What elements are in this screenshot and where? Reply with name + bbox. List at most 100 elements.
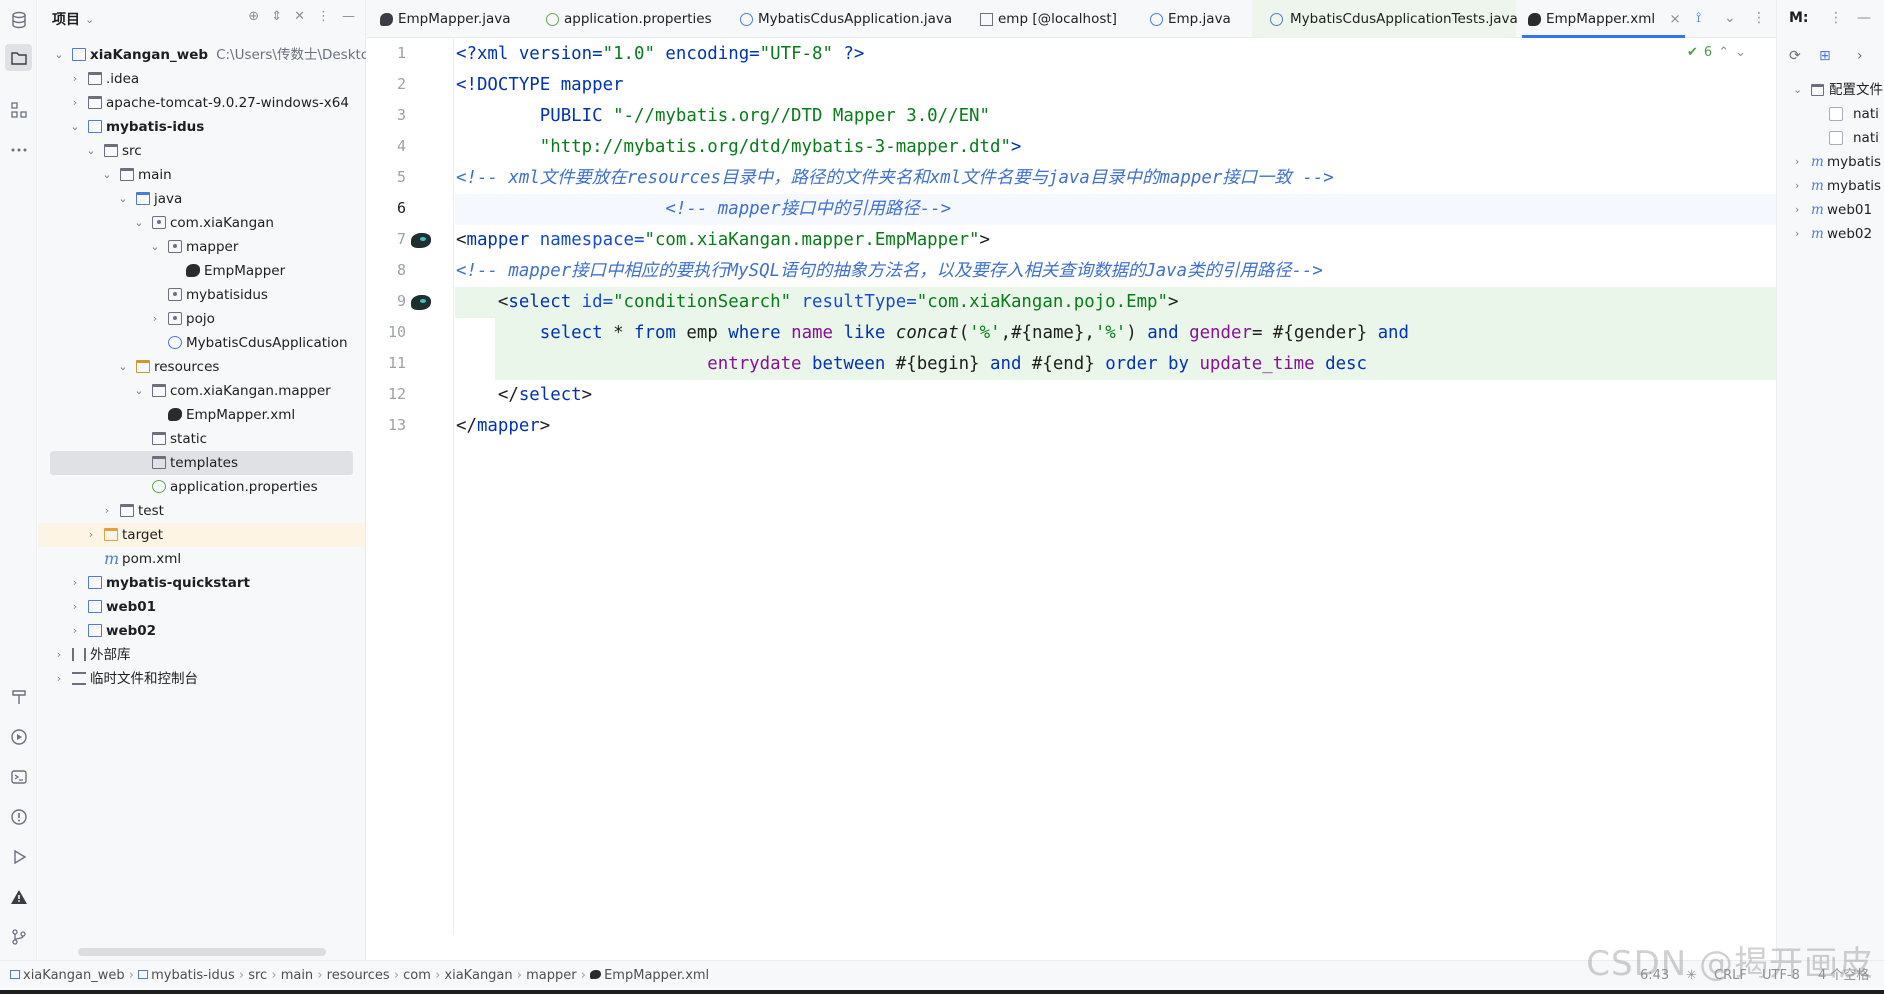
collapse-all-icon[interactable]: ✕ bbox=[294, 9, 305, 24]
tree-item-mybatis-quickstart[interactable]: › mybatis-quickstart bbox=[38, 571, 365, 595]
chevron-down-icon[interactable]: ⌄ bbox=[100, 163, 114, 187]
chevron-down-icon[interactable]: ⌄ bbox=[148, 235, 162, 259]
chevron-down-icon[interactable]: ⌄ bbox=[1793, 78, 1802, 102]
tree-item-src[interactable]: ⌄ src bbox=[38, 139, 365, 163]
locate-icon[interactable]: ⊕ bbox=[248, 9, 259, 24]
tree-item-mybatisidus[interactable]: mybatisidus bbox=[38, 283, 365, 307]
tree-item-main[interactable]: ⌄ main bbox=[38, 163, 365, 187]
checkbox[interactable] bbox=[1829, 131, 1843, 145]
database-icon[interactable] bbox=[5, 6, 32, 33]
breadcrumb-item[interactable]: main bbox=[281, 968, 313, 983]
tab-mybatiscdusapplication-java[interactable]: MybatisCdusApplication.java bbox=[738, 0, 952, 38]
project-folder-icon[interactable] bbox=[5, 44, 32, 71]
chevron-right-icon[interactable]: › bbox=[1857, 48, 1863, 64]
tree-item-static[interactable]: static bbox=[38, 427, 365, 451]
breadcrumb-item[interactable]: EmpMapper.xml bbox=[604, 968, 709, 983]
tab-empmapper-xml[interactable]: EmpMapper.xml × bbox=[1522, 0, 1685, 38]
tree-item-com-xiakangan-mapper[interactable]: ⌄ com.xiaKangan.mapper bbox=[38, 379, 365, 403]
chevron-down-icon[interactable]: ⌄ bbox=[1735, 45, 1746, 60]
chevron-right-icon[interactable]: › bbox=[68, 571, 82, 595]
tree-item-mybatiscdusapplication[interactable]: MybatisCdusApplication bbox=[38, 331, 365, 355]
pin-icon[interactable]: ⟟ bbox=[1696, 10, 1701, 26]
chevron-right-icon[interactable]: › bbox=[1795, 222, 1799, 246]
tree-item-templates[interactable]: templates bbox=[50, 451, 353, 475]
reload-icon[interactable]: ⟳ bbox=[1789, 48, 1801, 64]
mybatis-bird-icon[interactable] bbox=[411, 233, 431, 248]
chevron-right-icon[interactable]: › bbox=[52, 643, 66, 667]
hide-icon[interactable]: — bbox=[342, 9, 355, 24]
chevron-right-icon[interactable]: › bbox=[1795, 174, 1799, 198]
hide-icon[interactable]: — bbox=[1857, 10, 1871, 26]
checkbox[interactable] bbox=[1829, 107, 1843, 121]
chevron-down-icon[interactable]: ⌄ bbox=[132, 379, 146, 403]
tree-item-idea[interactable]: › .idea bbox=[38, 67, 365, 91]
expand-all-icon[interactable]: ⇕ bbox=[271, 9, 282, 24]
tree-item-test[interactable]: › test bbox=[38, 499, 365, 523]
tab-application-properties[interactable]: application.properties bbox=[544, 0, 712, 38]
close-icon[interactable]: × bbox=[1669, 11, 1680, 27]
options-icon[interactable]: ⋮ bbox=[317, 9, 330, 24]
tree-item-external-libraries[interactable]: › 外部库 bbox=[38, 643, 365, 667]
structure-icon[interactable] bbox=[5, 96, 32, 123]
tree-item-web01[interactable]: › web01 bbox=[38, 595, 365, 619]
chevron-down-icon[interactable]: ⌄ bbox=[84, 139, 98, 163]
git-branch-icon[interactable] bbox=[5, 923, 32, 950]
add-maven-project-icon[interactable]: ⊞ bbox=[1819, 48, 1831, 64]
tab-empmapper-java[interactable]: EmpMapper.java bbox=[378, 0, 511, 38]
terminal-icon[interactable] bbox=[5, 763, 32, 790]
tree-item-pojo[interactable]: › pojo bbox=[38, 307, 365, 331]
chevron-right-icon[interactable]: › bbox=[100, 499, 114, 523]
breadcrumb-item[interactable]: src bbox=[248, 968, 267, 983]
breadcrumb-item[interactable]: resources bbox=[327, 968, 390, 983]
chevron-down-icon[interactable]: ⌄ bbox=[68, 115, 82, 139]
tree-item-mybatis-idus[interactable]: ⌄ mybatis-idus bbox=[38, 115, 365, 139]
breadcrumb-item[interactable]: mybatis-idus bbox=[151, 968, 235, 983]
chevron-down-icon[interactable]: ⌄ bbox=[116, 355, 130, 379]
run-icon[interactable] bbox=[5, 843, 32, 870]
tree-item-mapper[interactable]: ⌄ mapper bbox=[38, 235, 365, 259]
mybatis-bird-icon[interactable] bbox=[411, 295, 431, 310]
problems-icon[interactable] bbox=[5, 803, 32, 830]
chevron-down-icon[interactable]: ⌄ bbox=[85, 13, 94, 26]
chevron-right-icon[interactable]: › bbox=[52, 667, 66, 691]
chevron-right-icon[interactable]: › bbox=[1795, 198, 1799, 222]
chevron-right-icon[interactable]: › bbox=[68, 619, 82, 643]
chevron-right-icon[interactable]: › bbox=[84, 523, 98, 547]
chevron-right-icon[interactable]: › bbox=[68, 595, 82, 619]
horizontal-scrollbar[interactable] bbox=[78, 948, 326, 956]
chevron-right-icon[interactable]: › bbox=[148, 307, 162, 331]
tree-item-application-properties[interactable]: application.properties bbox=[38, 475, 365, 499]
more-tools-icon[interactable] bbox=[5, 136, 32, 163]
breadcrumb-item[interactable]: xiaKangan bbox=[444, 968, 512, 983]
chevron-down-icon[interactable]: ⌄ bbox=[132, 211, 146, 235]
chevron-right-icon[interactable]: › bbox=[68, 67, 82, 91]
tab-mybatiscdusapplicationtests-java[interactable]: MybatisCdusApplicationTests.java bbox=[1252, 0, 1518, 38]
services-icon[interactable] bbox=[5, 723, 32, 750]
tab-emp-java[interactable]: Emp.java bbox=[1148, 0, 1231, 38]
tree-item-scratches[interactable]: › 临时文件和控制台 bbox=[38, 667, 365, 691]
code-editor[interactable]: <?xml version="1.0" encoding="UTF-8" ?> … bbox=[455, 39, 1776, 935]
tree-item-xiakangan-web[interactable]: ⌄ xiaKangan_web C:\Users\传数士\Desktop\x bbox=[38, 43, 390, 67]
tree-item-empmapper-xml[interactable]: EmpMapper.xml bbox=[38, 403, 365, 427]
inspection-widget[interactable]: ✔ 6 ⌃ ⌄ bbox=[1687, 45, 1746, 60]
maven-title[interactable]: M: bbox=[1789, 10, 1809, 26]
tree-item-web02[interactable]: › web02 bbox=[38, 619, 365, 643]
breadcrumb-item[interactable]: mapper bbox=[526, 968, 576, 983]
tree-item-com-xiakangan[interactable]: ⌄ com.xiaKangan bbox=[38, 211, 365, 235]
chevron-right-icon[interactable]: › bbox=[68, 91, 82, 115]
tree-item-java[interactable]: ⌄ java bbox=[38, 187, 365, 211]
tree-item-resources[interactable]: ⌄ resources bbox=[38, 355, 365, 379]
chevron-down-icon[interactable]: ⌄ bbox=[116, 187, 130, 211]
options-icon[interactable]: ⋮ bbox=[1752, 10, 1766, 26]
breadcrumb-item[interactable]: com bbox=[403, 968, 431, 983]
chevron-up-icon[interactable]: ⌃ bbox=[1718, 45, 1729, 60]
tab-emp-localhost[interactable]: emp [@localhost] bbox=[978, 0, 1117, 38]
tree-item-tomcat[interactable]: › apache-tomcat-9.0.27-windows-x64 bbox=[38, 91, 365, 115]
build-hammer-icon[interactable] bbox=[5, 683, 32, 710]
warning-icon[interactable] bbox=[5, 883, 32, 910]
breadcrumb-item[interactable]: xiaKangan_web bbox=[23, 968, 125, 983]
project-title[interactable]: 项目 bbox=[52, 9, 80, 29]
tree-item-empmapper[interactable]: EmpMapper bbox=[38, 259, 365, 283]
chevron-down-icon[interactable]: ⌄ bbox=[52, 43, 66, 67]
tree-item-target[interactable]: › target bbox=[38, 523, 365, 547]
